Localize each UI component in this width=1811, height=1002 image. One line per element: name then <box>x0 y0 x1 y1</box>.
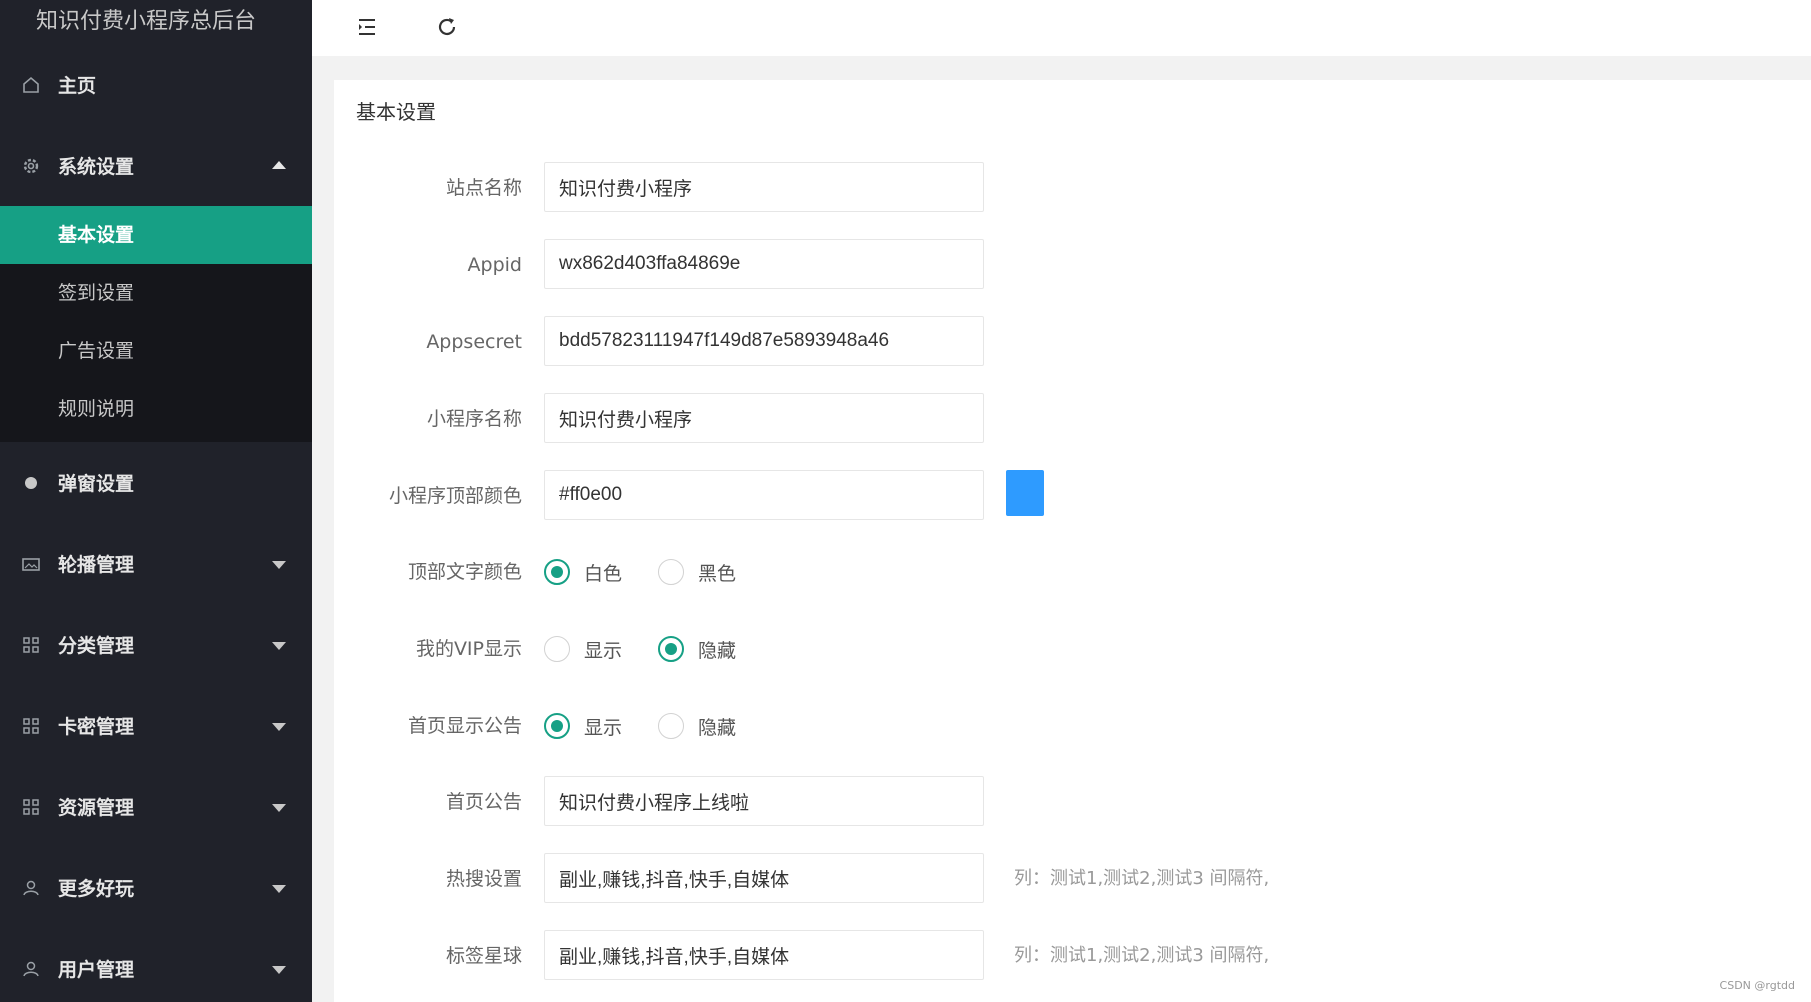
vip-display-radio-group: 显示 隐藏 <box>544 623 772 675</box>
sidebar-item-users[interactable]: 用户管理 <box>0 928 312 1002</box>
sidebar: 知识付费小程序总后台 主页 系统设置 基本设置 签到设置 广告设置 规则说明 弹… <box>0 0 312 1002</box>
image-icon <box>20 553 42 575</box>
tag-ball-hint: 列：测试1,测试2,测试3 间隔符, <box>1014 945 1270 966</box>
radio-black[interactable]: 黑色 <box>658 559 736 586</box>
page-title: 基本设置 <box>356 100 436 124</box>
chevron-down-icon <box>272 560 286 569</box>
sidebar-item-label: 系统设置 <box>58 156 135 178</box>
form-row-notice: 首页公告 <box>334 776 1811 828</box>
grid-icon <box>20 715 42 737</box>
field-label: 小程序顶部颜色 <box>388 485 522 507</box>
chevron-down-icon <box>272 641 286 650</box>
sidebar-item-label: 分类管理 <box>58 635 135 657</box>
radio-white[interactable]: 白色 <box>544 559 622 586</box>
form-row-top-color: 小程序顶部颜色 <box>334 470 1811 522</box>
field-label: 站点名称 <box>445 177 522 199</box>
form-row-mini-name: 小程序名称 <box>334 393 1811 445</box>
sidebar-item-carousel[interactable]: 轮播管理 <box>0 523 312 604</box>
hot-search-input[interactable] <box>544 853 984 903</box>
user-icon <box>20 958 42 980</box>
field-label: 标签星球 <box>445 945 522 967</box>
gear-icon <box>20 155 42 177</box>
user-icon <box>20 877 42 899</box>
chevron-up-icon <box>272 160 286 169</box>
form-row-vip-display: 我的VIP显示 显示 隐藏 <box>334 623 1811 675</box>
radio-vip-hide[interactable]: 隐藏 <box>658 636 736 663</box>
sidebar-subitem-ad-settings[interactable]: 广告设置 <box>0 322 312 380</box>
site-name-input[interactable] <box>544 162 984 212</box>
radio-checked-icon <box>544 713 570 739</box>
radio-checked-icon <box>658 636 685 662</box>
sidebar-item-label: 主页 <box>58 75 97 97</box>
sidebar-item-category[interactable]: 分类管理 <box>0 604 312 685</box>
chevron-down-icon <box>272 803 286 812</box>
sidebar-subitem-rules[interactable]: 规则说明 <box>0 380 312 438</box>
sidebar-item-label: 资源管理 <box>58 797 135 819</box>
sidebar-item-label: 卡密管理 <box>58 716 135 738</box>
form-row-tag-ball: 标签星球 列：测试1,测试2,测试3 间隔符, <box>334 930 1811 982</box>
radio-unchecked-icon <box>658 559 685 585</box>
sidebar-item-resources[interactable]: 资源管理 <box>0 766 312 847</box>
field-label: Appid <box>467 254 522 276</box>
home-icon <box>20 74 42 96</box>
chevron-down-icon <box>272 722 286 731</box>
form-row-appsecret: Appsecret <box>334 316 1811 368</box>
system-settings-submenu: 基本设置 签到设置 广告设置 规则说明 <box>0 206 312 442</box>
mini-program-name-input[interactable] <box>544 393 984 443</box>
chevron-down-icon <box>272 965 286 974</box>
grid-icon <box>20 796 42 818</box>
chevron-down-icon <box>272 884 286 893</box>
radio-vip-show[interactable]: 显示 <box>544 636 622 663</box>
form-row-hot-search: 热搜设置 列：测试1,测试2,测试3 间隔符, <box>334 853 1811 905</box>
field-label: 首页显示公告 <box>407 715 522 737</box>
grid-icon <box>20 634 42 656</box>
field-label: 热搜设置 <box>445 868 522 890</box>
form-row-top-text-color: 顶部文字颜色 白色 黑色 <box>334 546 1811 598</box>
field-label: 我的VIP显示 <box>415 638 522 660</box>
sidebar-item-home[interactable]: 主页 <box>0 44 312 125</box>
dot-icon <box>20 472 42 494</box>
hot-search-hint: 列：测试1,测试2,测试3 间隔符, <box>1014 868 1270 889</box>
radio-notice-hide[interactable]: 隐藏 <box>658 713 736 740</box>
sidebar-subitem-basic-settings[interactable]: 基本设置 <box>0 206 312 264</box>
sidebar-item-label: 轮播管理 <box>58 554 135 576</box>
menu-fold-icon[interactable] <box>350 10 384 44</box>
radio-notice-show[interactable]: 显示 <box>544 713 622 740</box>
form-row-site-name: 站点名称 <box>334 162 1811 214</box>
watermark: CSDN @rgtdd <box>1719 979 1795 992</box>
appid-input[interactable] <box>544 239 984 289</box>
form-row-appid: Appid <box>334 239 1811 291</box>
sidebar-item-label: 弹窗设置 <box>58 473 135 495</box>
radio-unchecked-icon <box>658 713 685 739</box>
field-label: 顶部文字颜色 <box>407 561 522 583</box>
top-header <box>312 0 1811 56</box>
brand-title: 知识付费小程序总后台 <box>36 9 257 34</box>
top-text-color-radio-group: 白色 黑色 <box>544 546 772 598</box>
basic-settings-card: 基本设置 站点名称 Appid Appsecret 小程序名称 小程序顶部颜色 … <box>334 80 1811 1002</box>
tag-ball-input[interactable] <box>544 930 984 980</box>
field-label: 首页公告 <box>445 791 522 813</box>
field-label: 小程序名称 <box>426 408 522 430</box>
field-label: Appsecret <box>426 331 522 353</box>
appsecret-input[interactable] <box>544 316 984 366</box>
sidebar-item-system-settings[interactable]: 系统设置 <box>0 125 312 206</box>
sidebar-item-label: 更多好玩 <box>58 878 135 900</box>
refresh-icon[interactable] <box>430 10 464 44</box>
sidebar-item-more-fun[interactable]: 更多好玩 <box>0 847 312 928</box>
color-picker-button[interactable] <box>1006 470 1044 516</box>
radio-checked-icon <box>544 559 570 585</box>
notice-display-radio-group: 显示 隐藏 <box>544 700 772 752</box>
sidebar-item-card-secret[interactable]: 卡密管理 <box>0 685 312 766</box>
sidebar-subitem-checkin-settings[interactable]: 签到设置 <box>0 264 312 322</box>
sidebar-item-label: 用户管理 <box>58 959 135 981</box>
radio-unchecked-icon <box>544 636 570 662</box>
notice-input[interactable] <box>544 776 984 826</box>
sidebar-item-popup-settings[interactable]: 弹窗设置 <box>0 442 312 523</box>
top-color-input[interactable] <box>544 470 984 520</box>
form-row-notice-display: 首页显示公告 显示 隐藏 <box>334 700 1811 752</box>
